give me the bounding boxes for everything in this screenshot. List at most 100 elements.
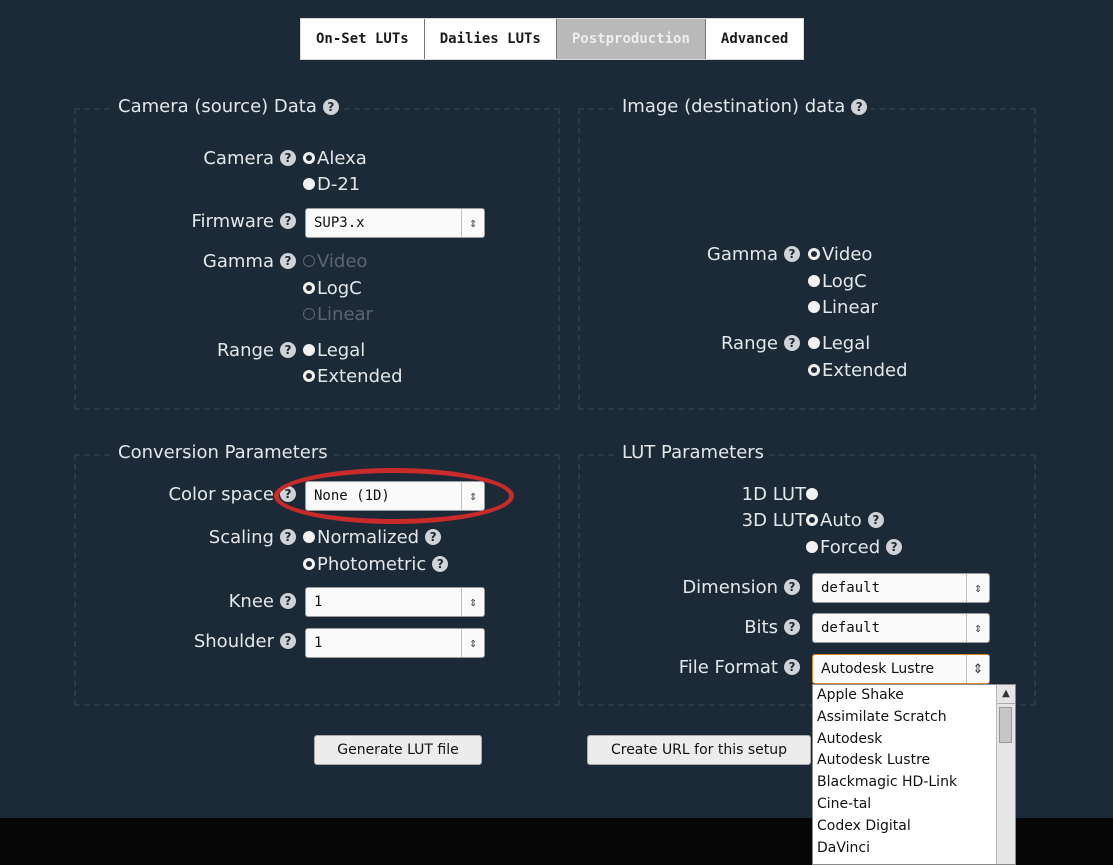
dest-gamma-option-video[interactable]: Video [808, 242, 872, 266]
radio-icon [303, 255, 315, 267]
generate-lut-button[interactable]: Generate LUT file [314, 735, 482, 765]
select-arrow-icon: ⇕ [966, 614, 989, 642]
highlight-ring [274, 468, 514, 524]
radio-icon[interactable] [808, 248, 820, 260]
lut-1d-radio[interactable] [806, 482, 820, 506]
radio-icon[interactable] [303, 531, 315, 543]
help-icon[interactable]: ? [280, 529, 296, 545]
dest-gamma-option-logc[interactable]: LogC [808, 269, 867, 293]
radio-icon[interactable] [303, 558, 315, 570]
radio-icon[interactable] [808, 337, 820, 349]
tab-bar: On-Set LUTs Dailies LUTs Postproduction … [300, 18, 805, 60]
help-icon[interactable]: ? [784, 659, 800, 675]
file-format-select[interactable]: Autodesk Lustre ⇕ [812, 654, 990, 684]
help-icon[interactable]: ? [280, 633, 296, 649]
dropdown-option[interactable]: Autodesk [813, 729, 1015, 751]
scroll-up-icon[interactable]: ▲ [997, 685, 1015, 704]
firmware-select[interactable]: SUP3.x ⇕ [305, 208, 485, 238]
help-icon[interactable]: ? [432, 556, 449, 572]
tab-on-set-luts[interactable]: On-Set LUTs [301, 19, 425, 59]
radio-icon[interactable] [806, 488, 818, 500]
dropdown-option[interactable]: Cine-tal [813, 794, 1015, 816]
tab-advanced[interactable]: Advanced [705, 19, 804, 59]
select-arrow-icon: ⇕ [966, 655, 989, 683]
dest-range-label: Range? [578, 331, 800, 355]
create-url-button[interactable]: Create URL for this setup [587, 735, 811, 765]
dest-gamma-option-linear[interactable]: Linear [808, 295, 878, 319]
dropdown-option[interactable]: Codex Digital [813, 816, 1015, 838]
dropdown-option[interactable]: Assimilate Scratch [813, 707, 1015, 729]
dropdown-option[interactable]: DaVinci [813, 838, 1015, 860]
scaling-label: Scaling? [74, 525, 296, 549]
gamma-option-video: Video [303, 249, 367, 273]
radio-icon[interactable] [808, 275, 820, 287]
tab-postproduction[interactable]: Postproduction [556, 19, 706, 59]
knee-select[interactable]: 1 ⇕ [305, 587, 485, 617]
dropdown-option[interactable]: Apple Shake [813, 685, 1015, 707]
range-label: Range? [74, 338, 296, 362]
radio-icon[interactable] [808, 364, 820, 376]
firmware-label: Firmware? [74, 209, 296, 233]
lut-3d-option-forced[interactable]: Forced? [806, 535, 903, 559]
lut-panel-title: LUT Parameters [618, 442, 769, 463]
shoulder-label: Shoulder? [74, 629, 296, 653]
scrollbar-thumb[interactable] [999, 707, 1012, 743]
camera-option-alexa[interactable]: Alexa [303, 146, 367, 170]
help-icon[interactable]: ? [851, 98, 868, 115]
dropdown-option[interactable]: Blackmagic HD-Link [813, 772, 1015, 794]
image-panel-title: Image (destination) data? [618, 96, 872, 117]
knee-label: Knee? [74, 589, 296, 613]
radio-icon[interactable] [303, 344, 315, 356]
help-icon[interactable]: ? [280, 253, 296, 269]
scaling-option-normalized[interactable]: Normalized? [303, 525, 442, 549]
bits-label: Bits? [578, 615, 800, 639]
help-icon[interactable]: ? [280, 342, 296, 358]
help-icon[interactable]: ? [280, 213, 296, 229]
dropdown-option[interactable]: Autodesk Lustre [813, 750, 1015, 772]
lut-1d-label: 1D LUT [741, 483, 806, 505]
dropdown-scrollbar[interactable]: ▲ [996, 685, 1015, 864]
gamma-label: Gamma? [74, 249, 296, 273]
help-icon[interactable]: ? [867, 512, 884, 528]
conversion-panel-title: Conversion Parameters [114, 442, 332, 463]
dest-range-option-legal[interactable]: Legal [808, 331, 870, 355]
help-icon[interactable]: ? [784, 246, 800, 262]
help-icon[interactable]: ? [280, 150, 296, 166]
shoulder-select[interactable]: 1 ⇕ [305, 628, 485, 658]
lut-3d-option-auto[interactable]: Auto? [806, 508, 884, 532]
radio-icon[interactable] [303, 370, 315, 382]
range-option-extended[interactable]: Extended [303, 364, 403, 388]
dest-range-option-extended[interactable]: Extended [808, 358, 908, 382]
gamma-option-logc[interactable]: LogC [303, 276, 362, 300]
camera-option-d21[interactable]: D-21 [303, 172, 360, 196]
range-option-legal[interactable]: Legal [303, 338, 365, 362]
bits-select[interactable]: default ⇕ [812, 613, 990, 643]
help-icon[interactable]: ? [784, 579, 800, 595]
scaling-option-photometric[interactable]: Photometric? [303, 552, 449, 576]
file-format-label: File Format? [578, 655, 800, 679]
radio-icon[interactable] [303, 152, 315, 164]
color-space-label: Color space? [74, 482, 296, 506]
dest-gamma-label: Gamma? [578, 242, 800, 266]
dimension-label: Dimension? [578, 575, 800, 599]
lut-3d-label: 3D LUT [741, 509, 806, 531]
help-icon[interactable]: ? [322, 98, 339, 115]
dimension-select[interactable]: default ⇕ [812, 573, 990, 603]
help-icon[interactable]: ? [425, 529, 442, 545]
radio-icon[interactable] [806, 541, 818, 553]
help-icon[interactable]: ? [784, 335, 800, 351]
radio-icon[interactable] [808, 301, 820, 313]
radio-icon[interactable] [806, 514, 818, 526]
file-format-dropdown-list[interactable]: Apple Shake Assimilate Scratch Autodesk … [812, 684, 1016, 865]
help-icon[interactable]: ? [886, 539, 903, 555]
radio-icon [303, 308, 315, 320]
radio-icon[interactable] [303, 282, 315, 294]
tab-dailies-luts[interactable]: Dailies LUTs [424, 19, 557, 59]
radio-icon[interactable] [303, 178, 315, 190]
select-arrow-icon: ⇕ [461, 209, 484, 237]
help-icon[interactable]: ? [280, 593, 296, 609]
help-icon[interactable]: ? [784, 619, 800, 635]
camera-panel-title: Camera (source) Data? [114, 96, 343, 117]
gamma-option-linear: Linear [303, 302, 373, 326]
select-arrow-icon: ⇕ [461, 629, 484, 657]
